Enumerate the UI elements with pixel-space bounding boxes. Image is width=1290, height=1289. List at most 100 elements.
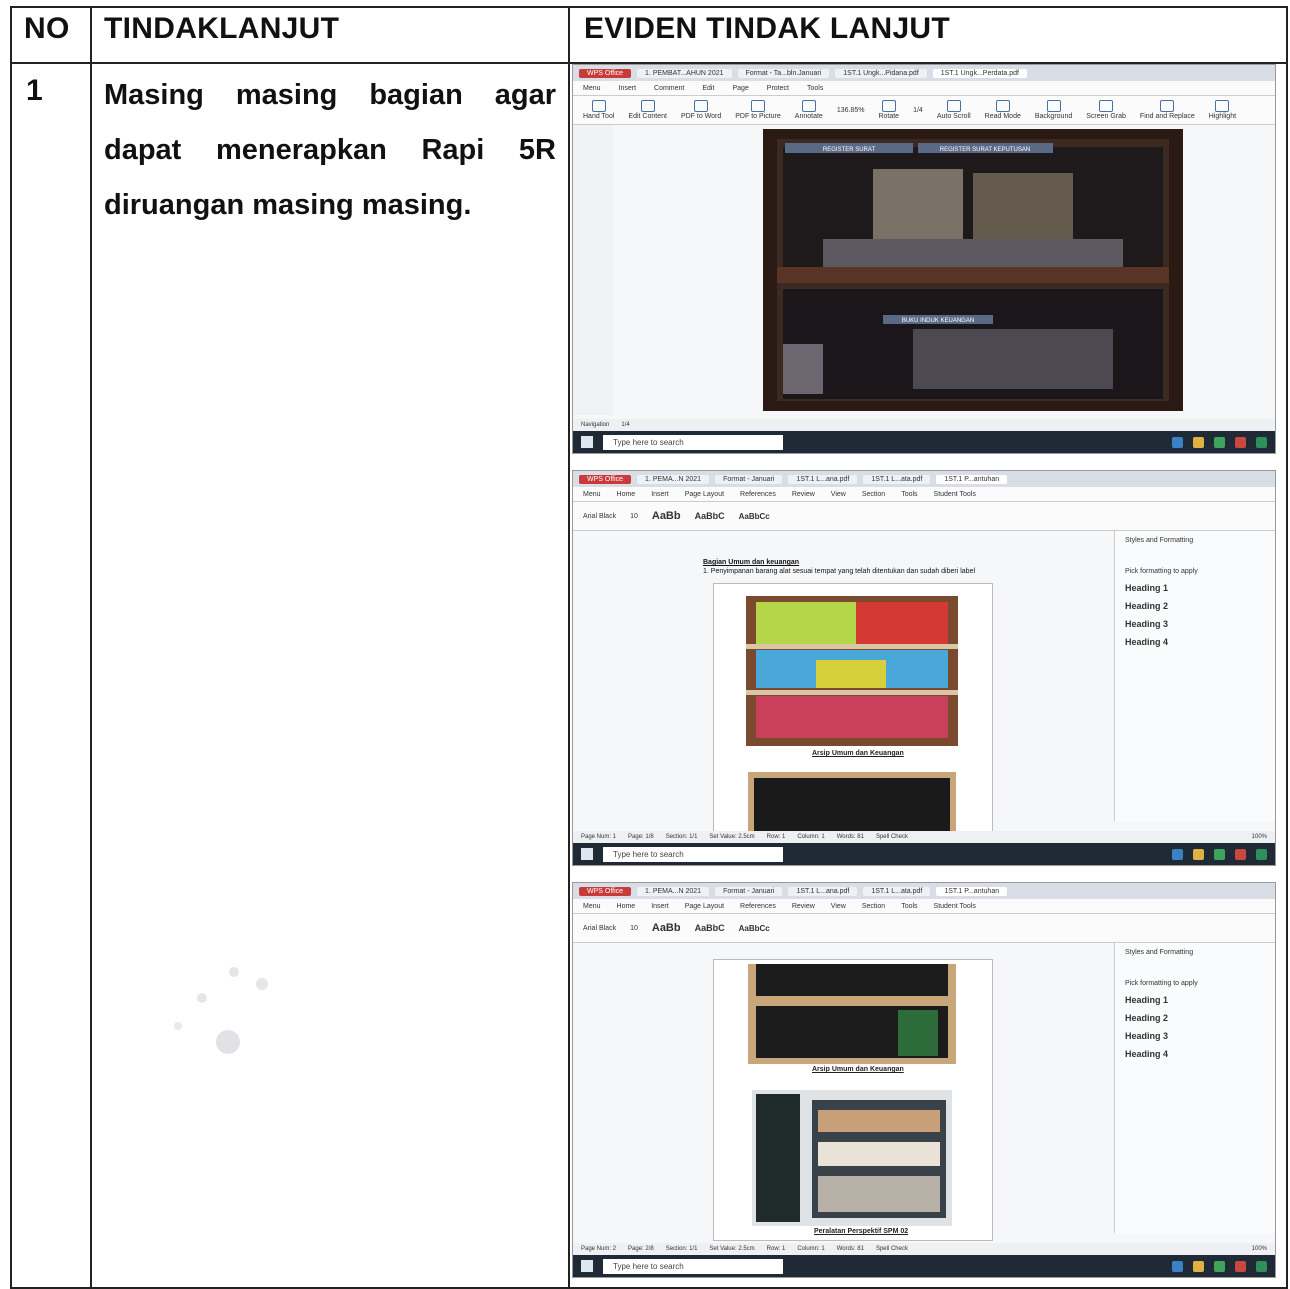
menu-item[interactable]: References [740, 491, 776, 498]
read-mode-button[interactable]: Read Mode [985, 100, 1021, 120]
zoom-level[interactable]: 100% [1252, 834, 1267, 840]
menu-item[interactable]: Review [792, 903, 815, 910]
tab-doc[interactable]: 1ST.1 L...ana.pdf [788, 474, 858, 484]
excel-icon[interactable] [1256, 848, 1267, 860]
menu-item[interactable]: Student Tools [934, 491, 976, 498]
style-preview[interactable]: AaBbC [695, 511, 725, 521]
tab-doc[interactable]: 1ST.1 L...ata.pdf [863, 474, 931, 484]
menu-item[interactable]: Page Layout [685, 491, 724, 498]
folder-icon[interactable] [1193, 436, 1204, 448]
menu-item[interactable]: Protect [767, 85, 789, 92]
taskbar-search-input[interactable]: Type here to search [603, 846, 783, 862]
tab-doc-active[interactable]: 1ST.1 P...antuhan [936, 886, 1008, 896]
style-preview[interactable]: AaBbCc [739, 512, 770, 521]
style-heading-1[interactable]: Heading 1 [1115, 579, 1275, 597]
tab-doc[interactable]: Format - Januari [715, 886, 783, 896]
tab-wps[interactable]: WPS Office [579, 886, 632, 896]
style-preview[interactable]: AaBbCc [739, 924, 770, 933]
tab-doc[interactable]: 1ST.1 Ungk...Pidana.pdf [835, 68, 927, 78]
windows-start-icon[interactable] [581, 1260, 593, 1272]
menu-item[interactable]: Tools [901, 903, 917, 910]
chrome-icon[interactable] [1214, 848, 1225, 860]
menu-item[interactable]: Menu [583, 85, 601, 92]
style-heading-1[interactable]: Heading 1 [1115, 991, 1275, 1009]
menu-item[interactable]: Student Tools [934, 903, 976, 910]
edge-icon[interactable] [1172, 1260, 1183, 1272]
menu-item[interactable]: Home [617, 491, 636, 498]
find-replace-button[interactable]: Find and Replace [1140, 100, 1195, 120]
tab-doc[interactable]: 1ST.1 L...ata.pdf [863, 886, 931, 896]
style-heading-3[interactable]: Heading 3 [1115, 1027, 1275, 1045]
style-heading-2[interactable]: Heading 2 [1115, 597, 1275, 615]
menu-item[interactable]: Section [862, 903, 885, 910]
chrome-icon[interactable] [1214, 436, 1225, 448]
edge-icon[interactable] [1172, 848, 1183, 860]
menu-item[interactable]: Home [617, 903, 636, 910]
spell-check-button[interactable]: Spell Check [876, 834, 908, 840]
pdf-to-picture-button[interactable]: PDF to Picture [735, 100, 781, 120]
taskbar-search-input[interactable]: Type here to search [603, 434, 783, 450]
menu-item[interactable]: Page Layout [685, 903, 724, 910]
zoom-level[interactable]: 100% [1252, 1246, 1267, 1252]
style-heading-4[interactable]: Heading 4 [1115, 633, 1275, 651]
menu-item[interactable]: View [831, 491, 846, 498]
hand-tool-button[interactable]: Hand Tool [583, 100, 614, 120]
menu-item[interactable]: View [831, 903, 846, 910]
annotate-button[interactable]: Annotate [795, 100, 823, 120]
highlight-button[interactable]: Highlight [1209, 100, 1236, 120]
windows-start-icon[interactable] [581, 436, 593, 448]
excel-icon[interactable] [1256, 436, 1267, 448]
tab-doc[interactable]: Format - Januari [715, 474, 783, 484]
menu-item[interactable]: References [740, 903, 776, 910]
windows-start-icon[interactable] [581, 848, 593, 860]
tab-doc[interactable]: 1. PEMA...N 2021 [637, 886, 710, 896]
chrome-icon[interactable] [1214, 1260, 1225, 1272]
rotate-button[interactable]: Rotate [878, 100, 899, 120]
tab-doc[interactable]: 1. PEMA...N 2021 [637, 474, 710, 484]
style-heading-3[interactable]: Heading 3 [1115, 615, 1275, 633]
menu-item[interactable]: Menu [583, 491, 601, 498]
tab-doc[interactable]: 1. PEMBAT...AHUN 2021 [637, 68, 732, 78]
screen-grab-button[interactable]: Screen Grab [1086, 100, 1126, 120]
tab-doc[interactable]: 1ST.1 L...ana.pdf [788, 886, 858, 896]
edge-icon[interactable] [1172, 436, 1183, 448]
style-preview[interactable]: AaBb [652, 922, 681, 934]
navigation-button[interactable]: Navigation [581, 422, 609, 428]
excel-icon[interactable] [1256, 1260, 1267, 1272]
menu-item[interactable]: Tools [901, 491, 917, 498]
menu-item[interactable]: Page [732, 85, 748, 92]
font-name-select[interactable]: Arial Black [583, 513, 616, 520]
wps-icon[interactable] [1235, 436, 1246, 448]
tab-doc[interactable]: Format - Ta...bln.Januari [737, 68, 830, 78]
menu-item[interactable]: Section [862, 491, 885, 498]
tab-wps[interactable]: WPS Office [579, 474, 632, 484]
folder-icon[interactable] [1193, 848, 1204, 860]
menu-item[interactable]: Insert [619, 85, 637, 92]
style-heading-4[interactable]: Heading 4 [1115, 1045, 1275, 1063]
auto-scroll-button[interactable]: Auto Scroll [937, 100, 971, 120]
style-preview[interactable]: AaBbC [695, 923, 725, 933]
style-heading-2[interactable]: Heading 2 [1115, 1009, 1275, 1027]
menu-item[interactable]: Menu [583, 903, 601, 910]
folder-icon[interactable] [1193, 1260, 1204, 1272]
wps-icon[interactable] [1235, 1260, 1246, 1272]
menu-item[interactable]: Insert [651, 491, 669, 498]
font-size-select[interactable]: 10 [630, 925, 638, 932]
zoom-level[interactable]: 136.85% [837, 107, 865, 114]
edit-content-button[interactable]: Edit Content [628, 100, 667, 120]
menu-item[interactable]: Insert [651, 903, 669, 910]
tab-wps[interactable]: WPS Office [579, 68, 632, 78]
tab-doc-active[interactable]: 1ST.1 Ungk...Perdata.pdf [932, 68, 1027, 78]
style-preview[interactable]: AaBb [652, 510, 681, 522]
wps-icon[interactable] [1235, 848, 1246, 860]
pdf-to-word-button[interactable]: PDF to Word [681, 100, 721, 120]
menu-item[interactable]: Comment [654, 85, 684, 92]
menu-item[interactable]: Edit [702, 85, 714, 92]
menu-item[interactable]: Tools [807, 85, 823, 92]
taskbar-search-input[interactable]: Type here to search [603, 1258, 783, 1274]
tab-doc-active[interactable]: 1ST.1 P...antuhan [936, 474, 1008, 484]
spell-check-button[interactable]: Spell Check [876, 1246, 908, 1252]
background-button[interactable]: Background [1035, 100, 1072, 120]
menu-item[interactable]: Review [792, 491, 815, 498]
font-size-select[interactable]: 10 [630, 513, 638, 520]
